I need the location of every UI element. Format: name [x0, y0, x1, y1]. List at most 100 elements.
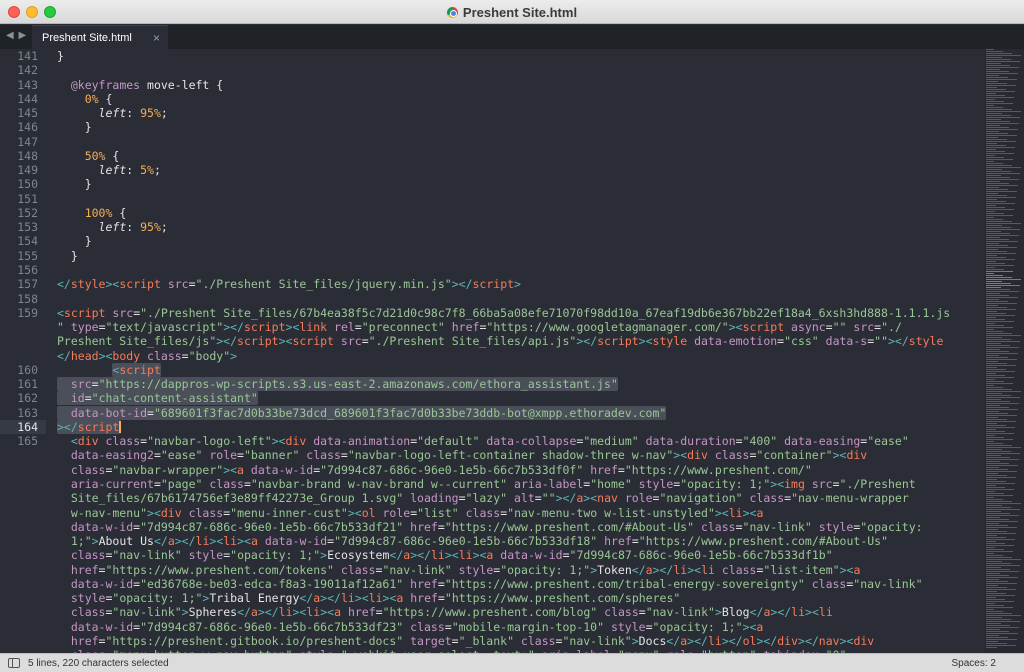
code-line[interactable]: @keyframes move-left { — [57, 78, 981, 92]
code-token: "ease" — [160, 448, 203, 463]
minimap-line — [986, 515, 1019, 516]
code-line[interactable]: } — [57, 234, 981, 248]
minimap-line — [986, 391, 1021, 392]
code-line[interactable]: 1;">About Us</a></li><li><a data-w-id="7… — [57, 534, 981, 548]
line-number: 148 — [17, 148, 38, 163]
code-token: "css" — [784, 334, 819, 349]
tab-close-icon[interactable]: × — [153, 31, 160, 45]
code-line[interactable]: href = "https://preshent.gitbook.io/preshe… — [57, 634, 981, 648]
code-token: >< — [839, 562, 854, 577]
line-number — [0, 463, 46, 477]
code-token: "opacity: 1;" — [230, 548, 321, 563]
minimap-line — [986, 327, 1013, 328]
code-line[interactable]: class="navbar-wrapper"><a data-w-id="7d9… — [57, 463, 981, 477]
code-line[interactable]: Preshent Site_files/js"></script><script… — [57, 334, 981, 348]
code-line[interactable]: 0% { — [57, 92, 981, 106]
code-line[interactable]: left: 5%; — [57, 163, 981, 177]
minimap-line — [986, 253, 1016, 254]
minimap-line — [986, 317, 996, 318]
minimap-line — [986, 457, 1010, 458]
code-line[interactable]: class="nav-link">Spheres</a></li><li><a … — [57, 605, 981, 619]
code-token: = — [361, 334, 369, 349]
code-line[interactable]: <div class="navbar-logo-left"><div data-… — [57, 434, 981, 448]
code-line[interactable] — [57, 292, 981, 306]
minimap-line — [986, 461, 1000, 462]
minimap-line — [986, 427, 1015, 428]
code-line[interactable] — [57, 63, 981, 77]
code-line[interactable]: } — [57, 49, 981, 63]
code-line[interactable]: <script — [57, 362, 981, 377]
code-line[interactable]: 100% { — [57, 206, 981, 220]
minimap-line — [986, 197, 1016, 198]
code-line[interactable] — [57, 135, 981, 149]
sidebar-toggle-icon[interactable] — [8, 658, 20, 668]
code-line[interactable]: href="https://www.preshent.com/tokens" c… — [57, 563, 981, 577]
code-line[interactable]: data-w-id = "7d994c87-686c-96e0-1e5b-66c7b… — [57, 520, 981, 534]
minimap-line — [986, 547, 995, 548]
code-token: a — [250, 605, 258, 620]
code-token: "nav-link" — [645, 605, 715, 620]
code-line[interactable]: class="nav-link" style="opacity: 1;">Eco… — [57, 548, 981, 562]
code-line[interactable]: " type="text/javascript"></script><link … — [57, 320, 981, 334]
minimap-line — [986, 321, 1014, 322]
code-line[interactable]: data-w-id = "7d994c87-686c-96e0-1e5b-66c7b… — [57, 620, 981, 634]
code-line[interactable]: style="opacity: 1;">Tribal Energy</a></l… — [57, 591, 981, 605]
code-line[interactable] — [57, 192, 981, 206]
code-line[interactable] — [57, 263, 981, 277]
code-line[interactable]: data-easing2="ease" role="banner" class=… — [57, 448, 981, 462]
code-line[interactable]: } — [57, 120, 981, 134]
code-line[interactable]: } — [57, 177, 981, 191]
code-lines[interactable]: } @keyframes move-left { 0% { left: 95%;… — [57, 49, 981, 653]
minimap-line — [986, 325, 1004, 326]
minimap-line — [986, 363, 1007, 364]
code-line[interactable]: data-w-id = "ed36768e-be03-edca-f8a3-19011… — [57, 577, 981, 591]
code-token: "689601f3fac7d0b33be73dcd_689601f3fac7d0… — [153, 405, 667, 420]
code-line[interactable]: Site_files/67b6174756ef3e89ff42273e_Grou… — [57, 491, 981, 505]
code-token: img — [784, 476, 805, 491]
code-token: script — [472, 277, 515, 292]
code-token: "_blank" — [458, 633, 514, 648]
minimap-line — [986, 283, 1011, 284]
code-line[interactable]: left: 95%; — [57, 220, 981, 234]
code-line[interactable]: data-bot-id="689601f3fac7d0b33be73dcd_68… — [57, 405, 981, 420]
code-line[interactable]: ></script — [57, 419, 981, 434]
code-token: </ — [299, 591, 314, 606]
code-line[interactable]: </style><script src="./Preshent Site_fil… — [57, 277, 981, 291]
code-line[interactable]: } — [57, 249, 981, 263]
tab-navigation-arrows-icon[interactable]: ◀ ▶ — [6, 30, 27, 41]
code-line[interactable]: id="chat-content-assistant" — [57, 391, 981, 406]
code-token: = — [735, 519, 743, 534]
code-line[interactable]: aria-current="page" class="navbar-brand … — [57, 477, 981, 491]
tab-preshent-site[interactable]: Preshent Site.html × — [32, 25, 168, 49]
code-token: 95% — [140, 106, 161, 121]
indentation-status[interactable]: Spaces: 2 — [952, 658, 996, 669]
code-token: } — [57, 49, 64, 63]
code-token: class — [707, 448, 750, 463]
minimap-line — [986, 449, 1002, 450]
code-token: a — [237, 462, 244, 477]
line-number — [0, 520, 46, 534]
minimap-line — [986, 157, 1004, 158]
code-line[interactable]: src="https://dappros-wp-scripts.s3.us-ea… — [57, 377, 981, 392]
minimap-line — [986, 153, 1014, 154]
minimap-line — [986, 421, 1016, 422]
minimap-line — [986, 239, 1009, 240]
code-token: "opacity: — [860, 519, 923, 534]
minimap[interactable] — [984, 49, 1024, 653]
title-bar: Preshent Site.html — [0, 0, 1024, 24]
code-line[interactable]: w-nav-menu"><div class="menu-inner-cust"… — [57, 506, 981, 520]
minimap-line — [986, 351, 1009, 352]
code-token: href — [583, 462, 618, 477]
code-token: class — [403, 619, 445, 634]
code-token: = — [534, 491, 542, 506]
code-line[interactable]: left: 95%; — [57, 106, 981, 120]
code-line[interactable]: <script src="./Preshent Site_files/67b4e… — [57, 306, 981, 320]
code-token: div — [853, 633, 875, 648]
code-token: href — [57, 562, 99, 577]
code-token: >< — [583, 491, 598, 506]
minimap-line — [986, 379, 995, 380]
code-line[interactable]: </head><body class="body"> — [57, 349, 981, 363]
minimap-line — [986, 231, 1001, 232]
code-line[interactable]: 50% { — [57, 149, 981, 163]
code-editor[interactable]: 141 142 143 144 145 146 147 148 149 150 151 152 153 1… — [0, 49, 984, 653]
